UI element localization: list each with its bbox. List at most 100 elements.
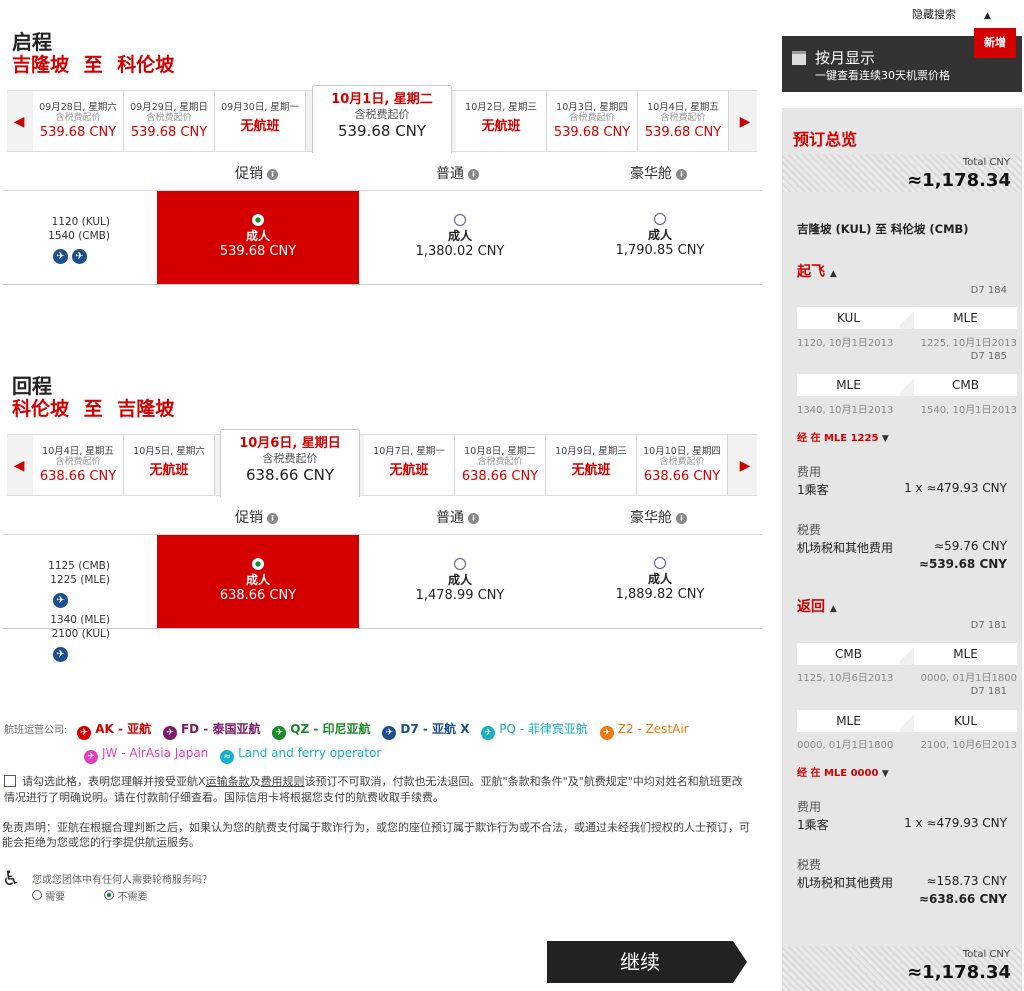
radio-selected xyxy=(252,214,264,226)
caret-up-icon: ▲ xyxy=(829,269,837,279)
radio xyxy=(454,558,466,570)
operator-ak: ✈ AK - 亚航 xyxy=(77,722,151,740)
date-cell[interactable]: 10月4日, 星期五 含税费起价 539.68 CNY xyxy=(638,91,729,151)
prev-arrow-icon[interactable]: ◀ xyxy=(7,91,31,153)
col-premium: 豪华舱 i xyxy=(630,507,687,527)
total-box: Total CNY ≈1,178.34 xyxy=(782,154,1022,192)
new-badge: 新增 xyxy=(974,28,1016,58)
return-subtotal: ≈638.66 CNY xyxy=(918,892,1007,906)
hide-search-link[interactable]: 隐藏搜索 ▲ xyxy=(912,6,991,22)
fare-premium[interactable]: 成人 1,889.82 CNY xyxy=(560,535,760,603)
flight-number: D7 185 xyxy=(970,351,1007,362)
radio xyxy=(654,557,666,569)
flight-number: D7 181 xyxy=(970,620,1007,631)
monthly-sub: 一键查看连续30天机票价格 xyxy=(815,69,950,82)
inbound-route: 科伦坡 至 吉隆坡 xyxy=(12,398,175,420)
info-icon: i xyxy=(676,169,687,180)
date-cell-selected[interactable]: 10月6日, 星期日 含税费起价 638.66 CNY xyxy=(220,429,360,497)
date-cell[interactable]: 10月2日, 星期三 无航班 xyxy=(456,91,547,151)
operator-z2: ✈ Z2 - ZestAir xyxy=(599,722,689,740)
fare-promo[interactable]: 成人 638.66 CNY xyxy=(157,535,359,628)
col-regular: 普通 i xyxy=(436,507,479,527)
terms-checkbox[interactable] xyxy=(4,775,16,787)
date-cell[interactable]: 09月30日, 星期一 无航班 xyxy=(215,91,306,151)
next-arrow-icon[interactable]: ▶ xyxy=(733,435,757,497)
calendar-icon xyxy=(792,51,806,65)
date-cell[interactable]: 10月5日, 星期六 无航班 xyxy=(124,435,215,495)
fee-rules-link[interactable]: 费用规则 xyxy=(261,775,305,788)
caret-down-icon: ▼ xyxy=(881,434,889,444)
plane-icon: ✈ xyxy=(272,726,287,740)
next-arrow-icon[interactable]: ▶ xyxy=(733,91,757,153)
operators-label: 航班运营公司: xyxy=(4,725,68,736)
col-regular: 普通 i xyxy=(436,163,479,183)
caret-up-icon: ▲ xyxy=(829,604,837,614)
info-icon: i xyxy=(468,169,479,180)
plane-icon: ✈ xyxy=(382,726,397,740)
plane-icon: ✈ xyxy=(77,726,92,740)
operator-fd: ✈ FD - 泰国亚航 xyxy=(162,722,260,740)
date-cell[interactable]: 09月29日, 星期日 含税费起价 539.68 CNY xyxy=(124,91,215,151)
inbound-date-bar: ◀ ▶ 10月4日, 星期五 含税费起价 638.66 CNY 10月5日, 星期六… xyxy=(7,429,757,497)
date-cell[interactable]: 10月9日, 星期三 无航班 xyxy=(546,435,637,495)
fare-promo[interactable]: 成人 539.68 CNY xyxy=(157,191,359,284)
continue-arrow-icon xyxy=(733,941,747,983)
monthly-title: 按月显示 xyxy=(815,49,876,67)
summary-route: 吉隆坡 (KUL) 至 科伦坡 (CMB) xyxy=(797,222,969,236)
operator-d7: ✈ D7 - 亚航 X xyxy=(382,722,469,740)
segment: CMB MLE xyxy=(797,643,1017,665)
fare-regular[interactable]: 成人 1,478.99 CNY xyxy=(360,535,560,604)
info-icon: i xyxy=(267,513,278,524)
col-promo: 促销 i xyxy=(235,507,278,527)
fare-premium[interactable]: 成人 1,790.85 CNY xyxy=(560,191,760,259)
continue-button[interactable]: 继续 xyxy=(547,941,733,983)
date-cell[interactable]: 10月10日, 星期四 含税费起价 638.66 CNY xyxy=(637,435,728,495)
date-cell[interactable]: 10月4日, 星期五 含税费起价 638.66 CNY xyxy=(33,435,124,495)
hide-search-label: 隐藏搜索 xyxy=(912,8,956,21)
departure-subtotal: ≈539.68 CNY xyxy=(918,557,1007,571)
date-cell[interactable]: 10月8日, 星期二 含税费起价 638.66 CNY xyxy=(455,435,546,495)
caret-down-icon: ▼ xyxy=(881,769,889,779)
radio-no-selected[interactable] xyxy=(104,890,115,900)
stopover-toggle[interactable]: 经 在 MLE 0000 ▼ xyxy=(797,764,889,779)
operator-pq: ✈ PQ - 菲律宾亚航 xyxy=(481,722,588,740)
flight-number: D7 181 xyxy=(970,686,1007,697)
col-promo: 促销 i xyxy=(235,163,278,183)
inbound-title: 回程 xyxy=(12,374,52,398)
outbound-route: 吉隆坡 至 科伦坡 xyxy=(12,54,175,76)
operator-land: ≈ Land and ferry operator xyxy=(220,746,381,764)
booking-summary: 预订总览 Total CNY ≈1,178.34 吉隆坡 (KUL) 至 科伦坡… xyxy=(782,108,1022,991)
disclaimer: 免责声明：亚航在根据合理判断之后，如果认为您的航费支付属于欺诈行为，或您的座位预… xyxy=(2,821,750,849)
wheelchair-icon: ♿ xyxy=(2,866,20,890)
plane-icon: ✈ xyxy=(84,750,98,764)
assist-question: 您或您团体中有任何人需要轮椅服务吗？ xyxy=(32,875,212,886)
return-toggle[interactable]: 返回 ▲ xyxy=(797,596,837,616)
segment: MLE KUL xyxy=(797,710,1017,732)
date-cell[interactable]: 10月3日, 星期四 含税费起价 539.68 CNY xyxy=(547,91,638,151)
radio-yes[interactable] xyxy=(32,890,42,900)
plane-icon: ✈ xyxy=(481,726,496,740)
inbound-times: 1125 (CMB) 1225 (MLE) xyxy=(48,560,110,586)
operator-qz: ✈ QZ - 印尼亚航 xyxy=(272,722,371,740)
departure-toggle[interactable]: 起飞 ▲ xyxy=(797,261,837,281)
date-cell[interactable]: 10月7日, 星期一 无航班 xyxy=(364,435,455,495)
operators: 航班运营公司: ✈ AK - 亚航 ✈ FD - 泰国亚航 ✈ QZ - 印尼亚航 ✈… xyxy=(4,718,744,765)
plane-icon: ✈ xyxy=(599,726,614,740)
date-cell-selected[interactable]: 10月1日, 星期二 含税费起价 539.68 CNY xyxy=(312,85,452,153)
plane-icon: ✈ xyxy=(53,592,68,608)
col-premium: 豪华舱 i xyxy=(630,163,687,183)
fare-regular[interactable]: 成人 1,380.02 CNY xyxy=(360,191,560,260)
total-box-bottom: Total CNY ≈1,178.34 xyxy=(782,946,1022,991)
total-amount: ≈1,178.34 xyxy=(907,170,1011,191)
prev-arrow-icon[interactable]: ◀ xyxy=(7,435,31,497)
flight-icons: ✈ ✈ xyxy=(53,248,87,264)
assist-options: 需要 不需要 xyxy=(32,888,148,903)
terms-link[interactable]: 运输条款 xyxy=(206,775,250,788)
info-icon: i xyxy=(468,513,479,524)
stopover-toggle[interactable]: 经 在 MLE 1225 ▼ xyxy=(797,429,889,444)
monthly-view-banner[interactable]: 按月显示 一键查看连续30天机票价格 新增 xyxy=(782,28,1022,92)
radio xyxy=(654,213,666,225)
summary-title: 预订总览 xyxy=(793,130,858,149)
date-cell[interactable]: 09月28日, 星期六 含税费起价 539.68 CNY xyxy=(33,91,124,151)
total-amount: ≈1,178.34 xyxy=(907,962,1011,983)
